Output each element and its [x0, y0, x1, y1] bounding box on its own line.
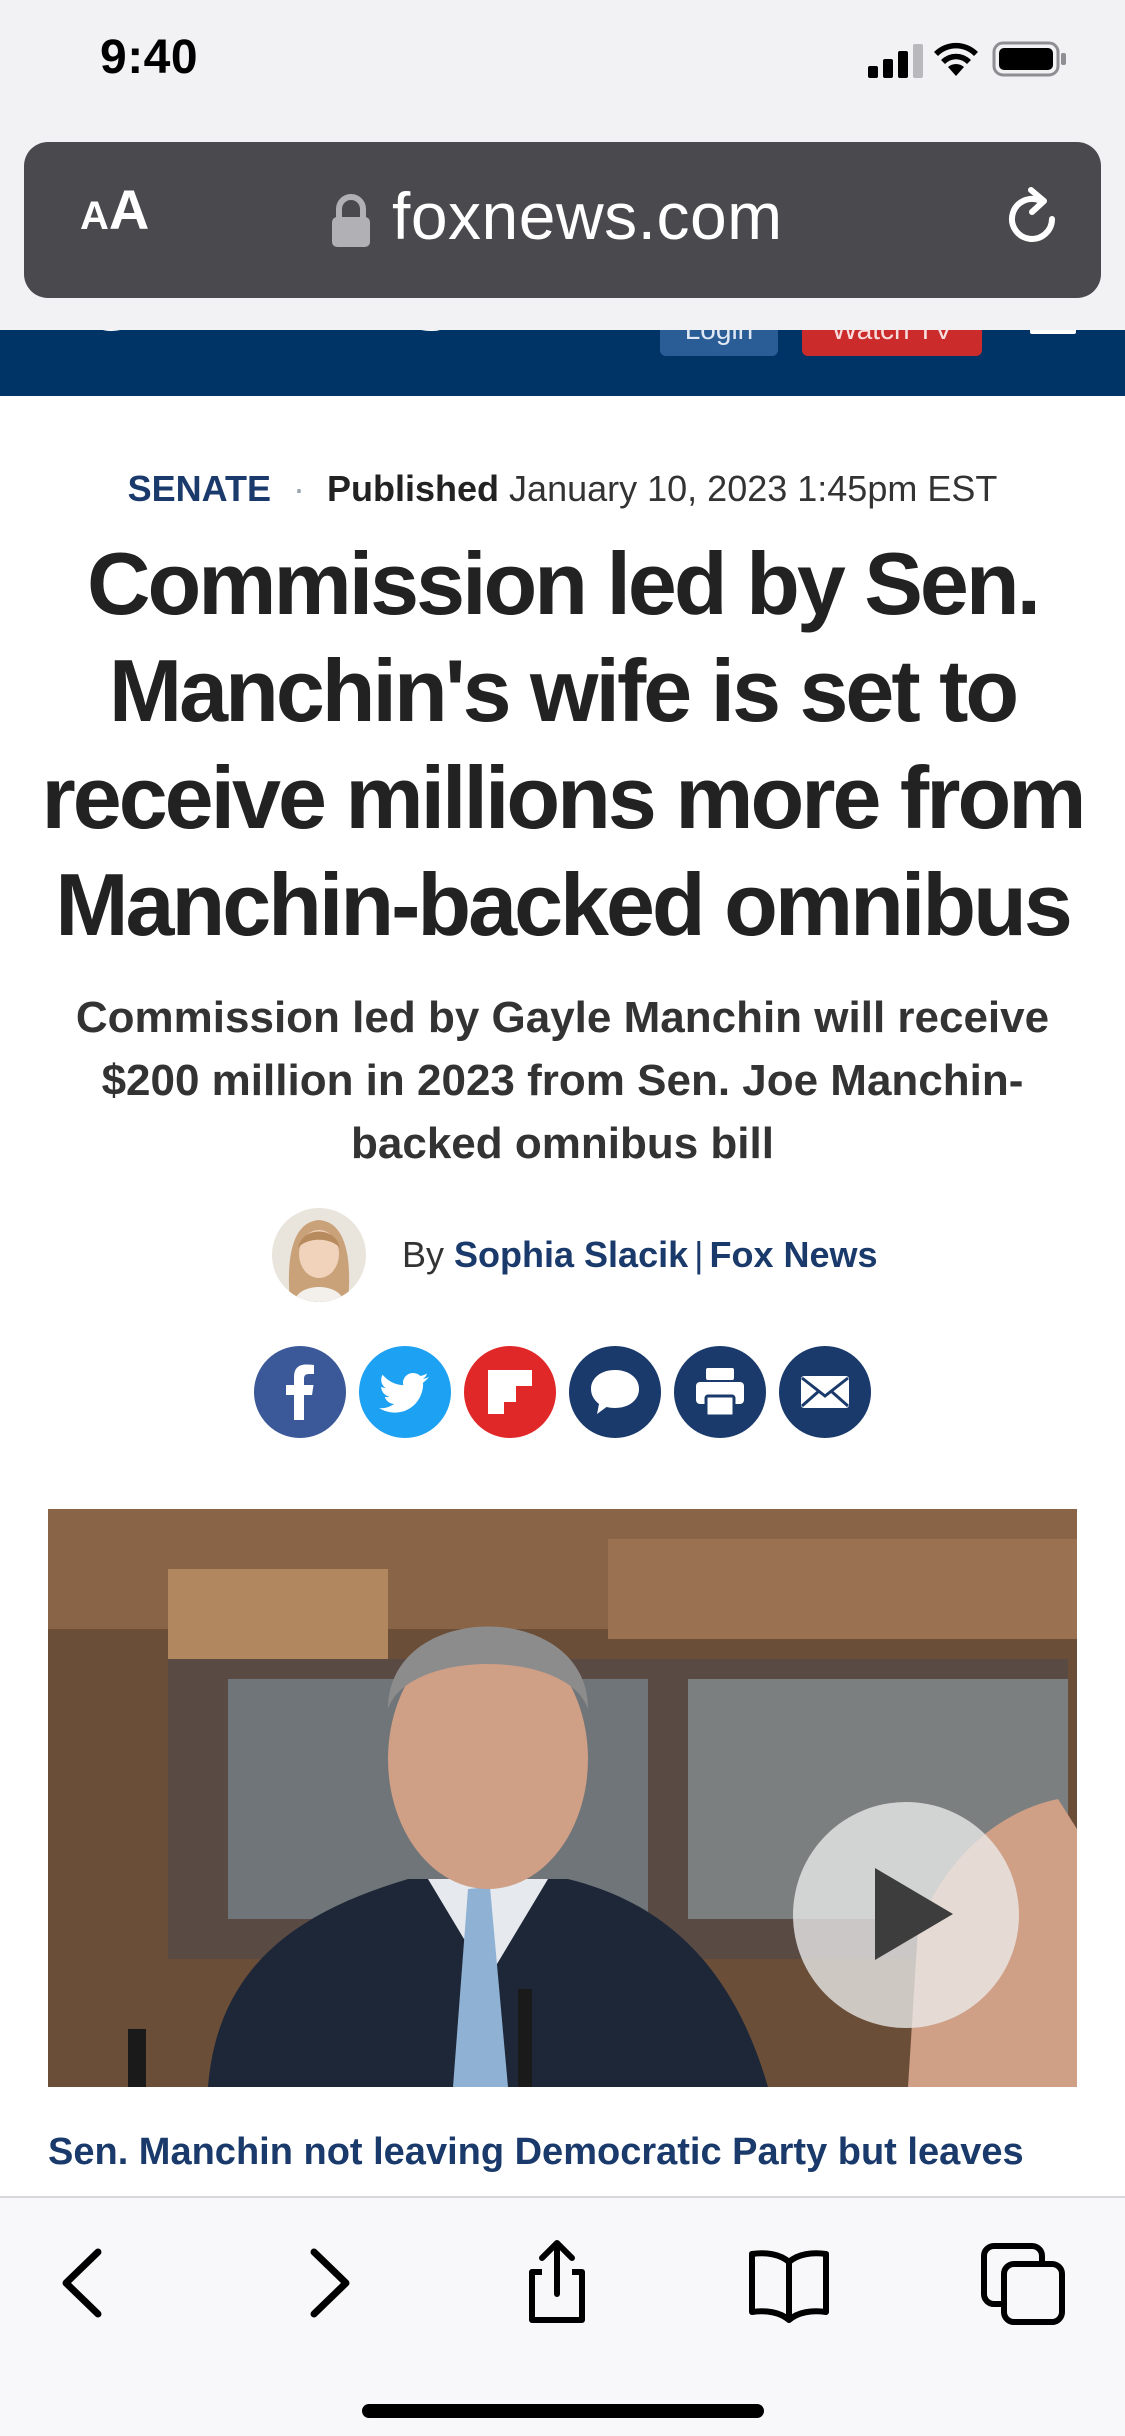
email-icon — [779, 1346, 871, 1438]
browser-top-chrome: 9:40 AA foxnews.com — [0, 0, 1125, 330]
byline-text: By Sophia Slacik | Fox News — [402, 1234, 878, 1276]
back-button[interactable] — [40, 2238, 130, 2328]
browser-bottom-toolbar — [0, 2196, 1125, 2436]
bookmarks-icon — [749, 2250, 829, 2323]
status-bar: 9:40 — [0, 0, 1125, 130]
play-icon — [875, 1868, 953, 1960]
article: SENATE · Published January 10, 2023 1:45pm… — [0, 396, 1125, 2196]
url-text[interactable]: foxnews.com — [392, 178, 783, 254]
article-meta: SENATE · Published January 10, 2023 1:45pm… — [0, 468, 1125, 510]
twitter-share-button[interactable] — [359, 1346, 451, 1438]
comments-button[interactable] — [569, 1346, 661, 1438]
print-button[interactable] — [674, 1346, 766, 1438]
twitter-icon — [359, 1346, 451, 1438]
author-link[interactable]: Sophia Slacik — [454, 1234, 688, 1275]
signal-icon — [868, 44, 923, 78]
meta-separator: · — [293, 468, 305, 509]
article-subheadline: Commission led by Gayle Manchin will rec… — [75, 993, 1050, 1168]
text-size-large-glyph: A — [108, 178, 150, 241]
wifi-icon — [934, 42, 978, 76]
comments-icon — [569, 1346, 661, 1438]
share-icon — [529, 2240, 585, 2323]
share-button[interactable] — [512, 2238, 602, 2328]
facebook-icon — [254, 1346, 346, 1438]
flipboard-share-button[interactable] — [464, 1346, 556, 1438]
category-link[interactable]: SENATE — [128, 468, 271, 509]
published-label: Published — [327, 468, 500, 509]
article-headline: Commission led by Sen. Manchin's wife is… — [41, 534, 1087, 954]
text-size-small-glyph: A — [80, 194, 109, 238]
facebook-share-button[interactable] — [254, 1346, 346, 1438]
bookmarks-button[interactable] — [744, 2238, 834, 2328]
published-date: January 10, 2023 1:45pm EST — [509, 468, 998, 509]
reload-icon[interactable] — [1000, 186, 1066, 252]
forward-icon — [310, 2248, 350, 2318]
home-indicator[interactable] — [362, 2404, 764, 2418]
address-bar[interactable]: AA foxnews.com — [24, 142, 1101, 298]
status-time: 9:40 — [100, 31, 199, 84]
email-share-button[interactable] — [779, 1346, 871, 1438]
back-icon — [62, 2248, 102, 2318]
lock-icon — [332, 194, 370, 247]
byline-separator: | — [694, 1234, 704, 1275]
battery-icon — [992, 41, 1066, 77]
byline: By Sophia Slacik | Fox News — [0, 1208, 1125, 1304]
tabs-icon — [981, 2243, 1065, 2325]
by-label: By — [402, 1234, 445, 1275]
author-avatar[interactable] — [272, 1208, 366, 1302]
forward-button[interactable] — [282, 2238, 372, 2328]
flipboard-icon — [464, 1346, 556, 1438]
print-icon — [674, 1346, 766, 1438]
tabs-button[interactable] — [978, 2238, 1068, 2328]
hero-video-player[interactable] — [48, 1509, 1077, 2087]
play-button[interactable] — [793, 1802, 1019, 2028]
outlet-link[interactable]: Fox News — [709, 1234, 877, 1275]
text-size-button[interactable]: AA — [80, 182, 149, 238]
